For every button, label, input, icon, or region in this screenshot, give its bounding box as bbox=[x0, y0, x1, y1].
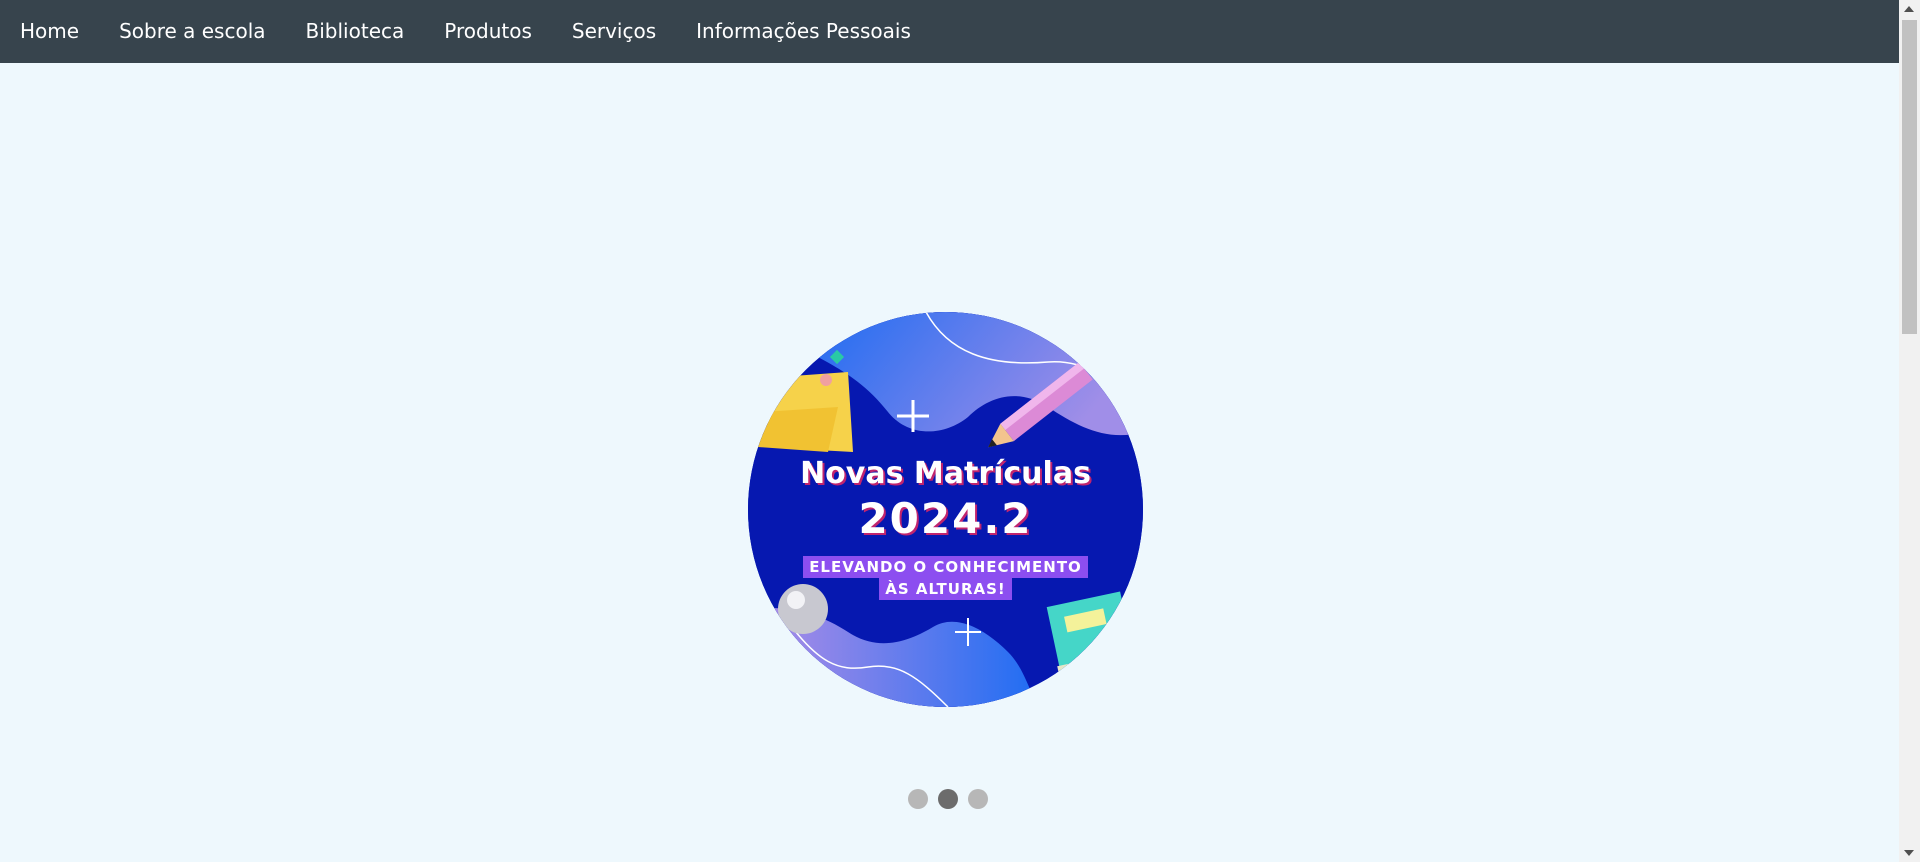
nav-item-about: Sobre a escola bbox=[119, 0, 305, 63]
nav-link-produtos[interactable]: Produtos bbox=[444, 19, 532, 43]
carousel-dots bbox=[908, 789, 998, 809]
nav-item-products: Produtos bbox=[444, 0, 572, 63]
nav-item-services: Serviços bbox=[572, 0, 696, 63]
slide-title-line2: 2024.2 bbox=[858, 494, 1033, 543]
scroll-down-arrow-icon[interactable] bbox=[1904, 850, 1914, 856]
nav-link-home[interactable]: Home bbox=[20, 19, 79, 43]
nav-item-library: Biblioteca bbox=[306, 0, 445, 63]
top-navbar: Home Sobre a escola Biblioteca Produtos … bbox=[0, 0, 1899, 63]
carousel-slide-image: Novas Matrículas 2024.2 ELEVANDO O CONHE… bbox=[748, 312, 1143, 707]
nav-item-personal-info: Informações Pessoais bbox=[696, 0, 951, 63]
scrollbar-thumb[interactable] bbox=[1902, 20, 1917, 334]
slide-subtitle: ELEVANDO O CONHECIMENTO ÀS ALTURAS! bbox=[748, 556, 1143, 600]
nav-list: Home Sobre a escola Biblioteca Produtos … bbox=[0, 0, 1899, 63]
nav-link-informacoes-pessoais[interactable]: Informações Pessoais bbox=[696, 19, 911, 43]
carousel-dot-1[interactable] bbox=[908, 789, 928, 809]
slide-title-line1: Novas Matrículas bbox=[800, 456, 1091, 491]
vertical-scrollbar[interactable] bbox=[1899, 0, 1920, 862]
slide-subtitle-line1: ELEVANDO O CONHECIMENTO bbox=[803, 556, 1088, 578]
nav-link-sobre-a-escola[interactable]: Sobre a escola bbox=[119, 19, 265, 43]
scroll-up-arrow-icon[interactable] bbox=[1904, 6, 1914, 12]
nav-link-servicos[interactable]: Serviços bbox=[572, 19, 656, 43]
carousel-dot-2[interactable] bbox=[938, 789, 958, 809]
carousel-dot-3[interactable] bbox=[968, 789, 988, 809]
nav-item-home: Home bbox=[20, 0, 119, 63]
slide-subtitle-line2: ÀS ALTURAS! bbox=[879, 578, 1012, 600]
nav-link-biblioteca[interactable]: Biblioteca bbox=[306, 19, 405, 43]
